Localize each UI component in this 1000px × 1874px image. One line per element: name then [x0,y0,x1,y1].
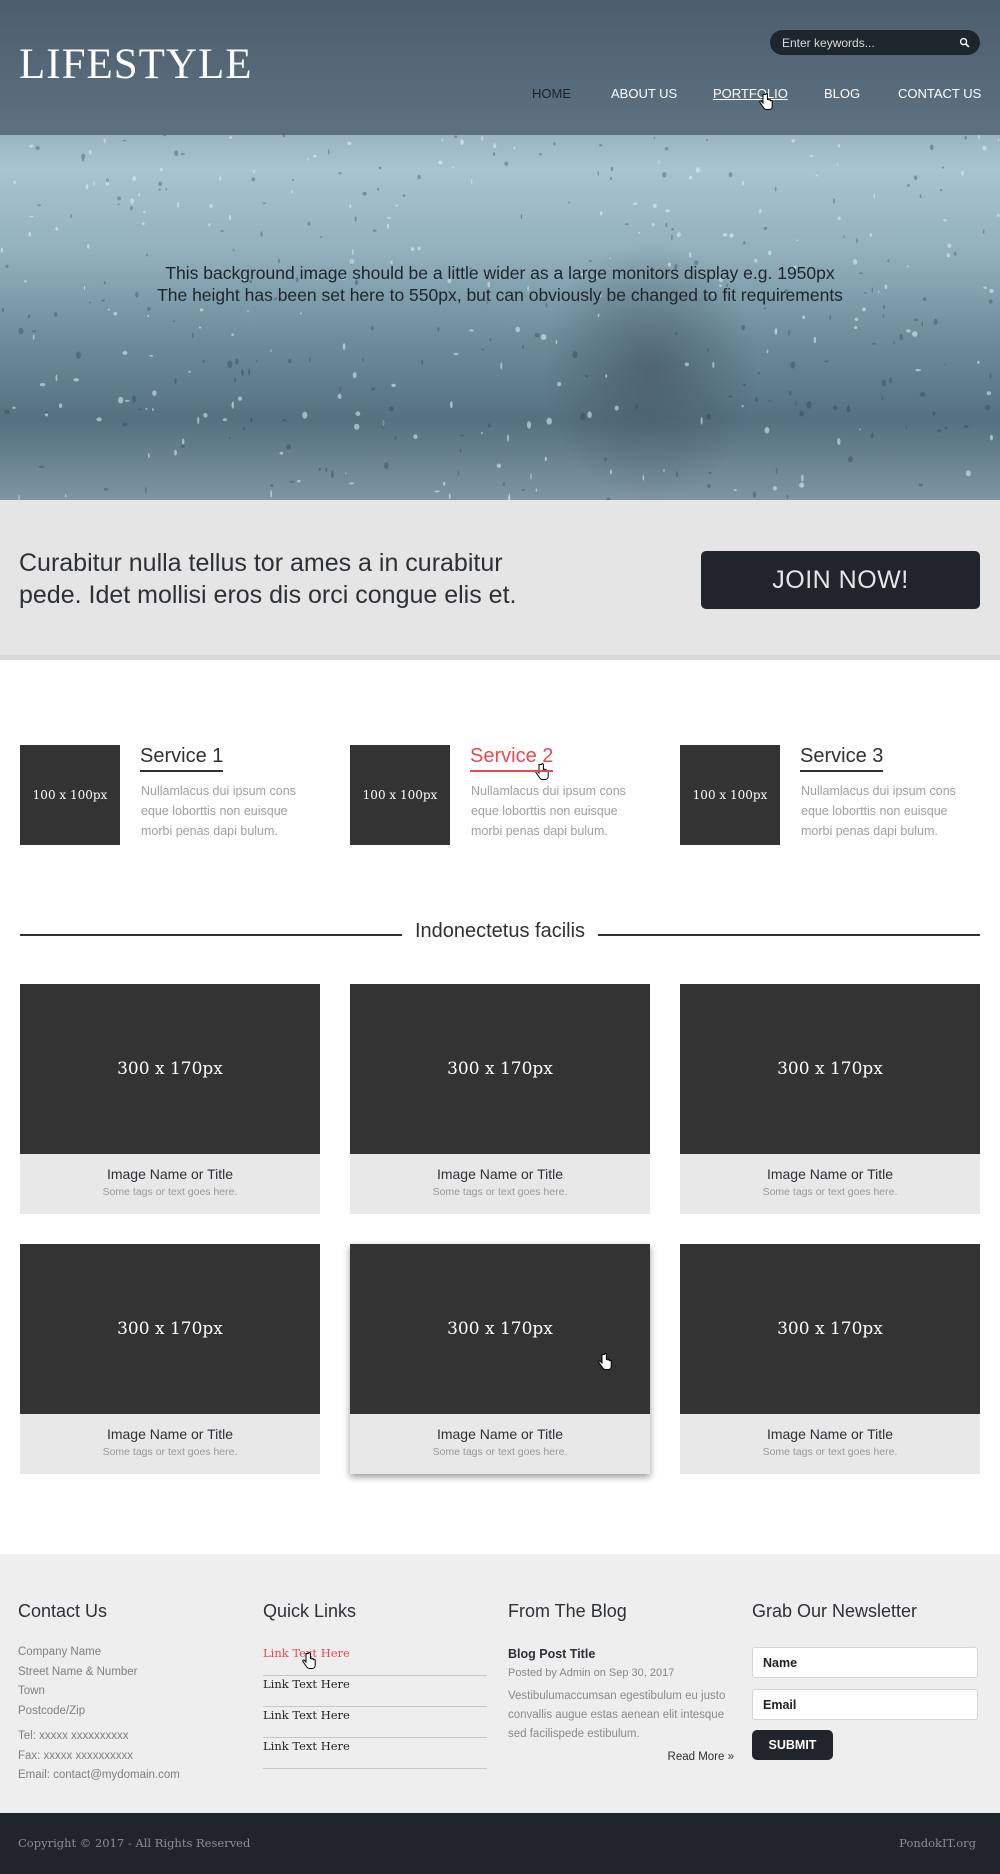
service-description: Nullamlacus dui ipsum cons eque lobortti… [801,784,956,838]
service-title[interactable]: Service 3 [800,745,884,772]
gallery-card[interactable]: 300 x 170px Image Name or Title Some tag… [680,1244,980,1474]
call-to-action-band: Curabitur nulla tellus tor ames a in cur… [0,500,1000,660]
search-icon[interactable] [959,37,970,48]
gallery-image[interactable]: 300 x 170px [350,984,650,1154]
contact-details: Tel: xxxxx xxxxxxxxxx Fax: xxxxx xxxxxxx… [18,1727,180,1786]
contact-fax: Fax: xxxxx xxxxxxxxxx [18,1749,134,1762]
read-more-link[interactable]: Read More » [600,1751,734,1763]
nav-home[interactable]: HOME [532,86,571,104]
newsletter-email-field[interactable] [752,1689,978,1720]
contact-town: Town [18,1685,45,1697]
blog-post-meta: Posted by Admin on Sep 30, 2017 [508,1667,675,1679]
footer-heading-newsletter: Grab Our Newsletter [752,1601,918,1621]
gallery-card[interactable]: 300 x 170px Image Name or Title Some tag… [350,984,650,1214]
contact-address: Company Name Street Name & Number Town P… [18,1643,138,1721]
credit-link[interactable]: PondokIT.org [899,1836,976,1850]
footer-heading-contact: Contact Us [18,1601,108,1621]
gallery-item-tags: Some tags or text goes here. [432,1186,568,1198]
gallery-card[interactable]: 300 x 170px Image Name or Title Some tag… [20,984,320,1214]
service-block-3: 100 x 100px Service 3 Nullamlacus dui ip… [680,745,1000,845]
gallery-image[interactable]: 300 x 170px [20,984,320,1154]
gallery-item-name: Image Name or Title [766,1166,894,1182]
gallery-image[interactable]: 300 x 170px [680,984,980,1154]
newsletter-name-field[interactable] [752,1647,978,1678]
quick-link[interactable]: Link Text Here [263,1645,487,1676]
hero-banner: LIFESTYLE HOME ABOUT US PORTFOLIO BLOG C… [0,0,1000,500]
service-title[interactable]: Service 2 [470,745,554,772]
hero-text: This background image should be a little… [0,262,1000,306]
hero-text-line-1: This background image should be a little… [165,263,835,283]
join-now-button[interactable]: JOIN NOW! [701,551,980,609]
service-title[interactable]: Service 1 [140,745,224,772]
service-thumbnail: 100 x 100px [20,745,120,845]
nav-contact-us[interactable]: CONTACT US [898,86,981,104]
footer-heading-blog: From The Blog [508,1601,627,1621]
nav-blog[interactable]: BLOG [824,86,860,104]
quick-link[interactable]: Link Text Here [263,1707,487,1738]
site-logo[interactable]: LIFESTYLE [19,40,253,89]
gallery-item-name: Image Name or Title [106,1426,234,1442]
hand-cursor-icon [759,93,773,110]
gallery-card[interactable]: 300 x 170px Image Name or Title Some tag… [20,1244,320,1474]
service-block-2: 100 x 100px Service 2 Nullamlacus dui ip… [350,745,670,845]
blog-post-excerpt: Vestibulumaccumsan egestibulum eu justo … [508,1690,726,1740]
gallery-item-tags: Some tags or text goes here. [102,1446,238,1458]
header-bar: LIFESTYLE HOME ABOUT US PORTFOLIO BLOG C… [0,0,1000,135]
gallery-item-tags: Some tags or text goes here. [432,1446,568,1458]
blog-post-title[interactable]: Blog Post Title [508,1647,595,1661]
gallery-item-name: Image Name or Title [436,1166,564,1182]
gallery-item-tags: Some tags or text goes here. [762,1446,898,1458]
hero-text-line-2: The height has been set here to 550px, b… [157,285,843,305]
service-thumbnail: 100 x 100px [350,745,450,845]
quick-link[interactable]: Link Text Here [263,1738,487,1769]
footer-heading-quick-links: Quick Links [263,1601,357,1621]
service-thumbnail: 100 x 100px [680,745,780,845]
gallery-item-tags: Some tags or text goes here. [102,1186,238,1198]
nav-portfolio[interactable]: PORTFOLIO [713,86,788,104]
search-box[interactable] [770,30,980,55]
contact-tel: Tel: xxxxx xxxxxxxxxx [18,1730,129,1742]
gallery-image[interactable]: 300 x 170px [680,1244,980,1414]
quick-link[interactable]: Link Text Here [263,1676,487,1707]
gallery-image[interactable]: 300 x 170px [350,1244,650,1414]
contact-email[interactable]: Email: contact@mydomain.com [18,1766,180,1786]
copyright-text: Copyright © 2017 - All Rights Reserved [18,1836,251,1850]
newsletter-submit-button[interactable]: SUBMIT [752,1730,833,1760]
gallery-item-name: Image Name or Title [436,1426,564,1442]
search-input[interactable] [782,35,942,50]
gallery-card[interactable]: 300 x 170px Image Name or Title Some tag… [680,984,980,1214]
nav-about-us[interactable]: ABOUT US [611,86,677,104]
contact-company: Company Name [18,1646,102,1658]
hand-cursor-icon [302,1652,316,1669]
hand-cursor-icon [598,1353,612,1370]
bottom-bar: Copyright © 2017 - All Rights Reserved P… [0,1813,1000,1874]
contact-postcode: Postcode/Zip [18,1704,86,1717]
service-block-1: 100 x 100px Service 1 Nullamlacus dui ip… [20,745,340,845]
gallery-item-name: Image Name or Title [766,1426,894,1442]
cta-text: Curabitur nulla tellus tor ames a in cur… [19,549,517,609]
gallery-item-name: Image Name or Title [106,1166,234,1182]
service-description: Nullamlacus dui ipsum cons eque lobortti… [141,784,296,838]
gallery-image[interactable]: 300 x 170px [20,1244,320,1414]
contact-street: Street Name & Number [18,1665,138,1678]
service-description: Nullamlacus dui ipsum cons eque lobortti… [471,784,626,838]
gallery-item-tags: Some tags or text goes here. [762,1186,898,1198]
section-title: Indonectetus facilis [414,920,586,942]
